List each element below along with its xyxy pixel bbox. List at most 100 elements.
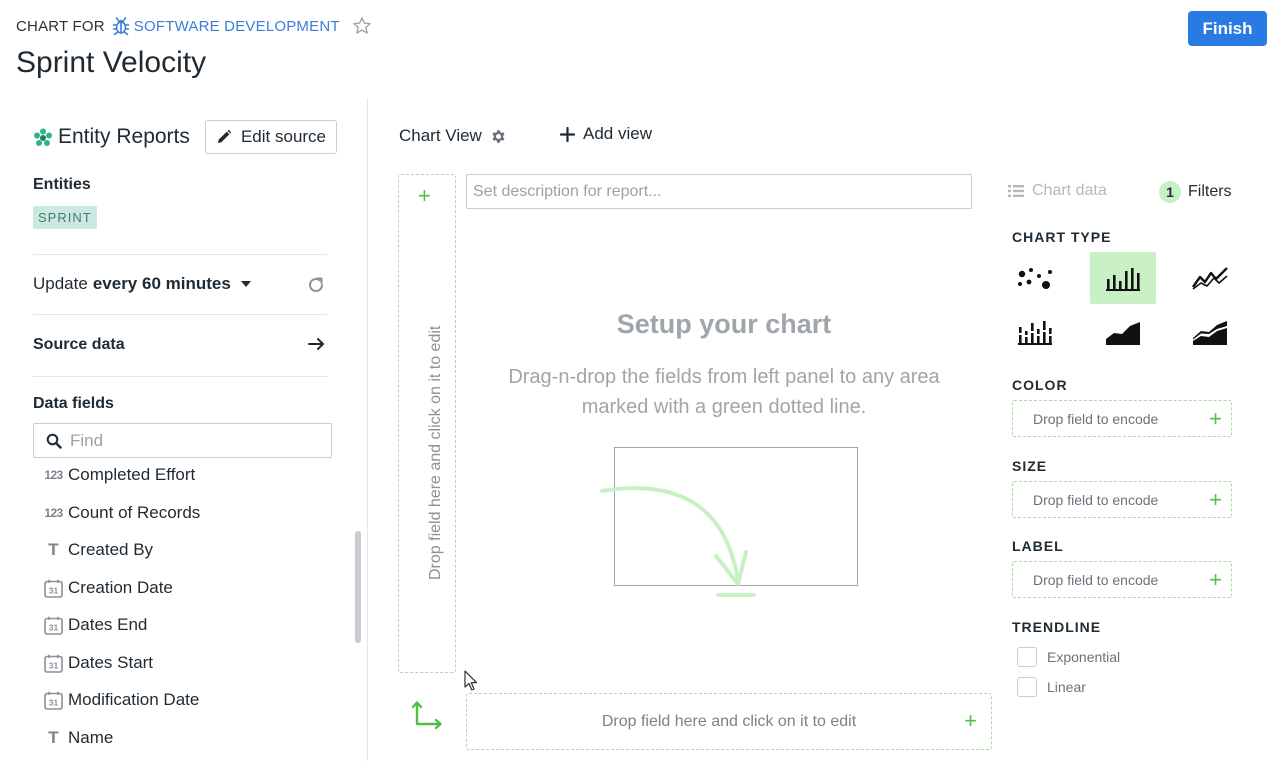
field-item[interactable]: 123 Count of Records xyxy=(43,501,200,525)
plus-icon[interactable]: + xyxy=(1209,487,1222,513)
setup-instructions: Drag-n-drop the fields from left panel t… xyxy=(508,366,940,418)
field-label: Completed Effort xyxy=(68,465,196,484)
field-item[interactable]: 31 Creation Date xyxy=(43,576,173,600)
label-heading: LABEL xyxy=(1012,538,1064,554)
size-heading: SIZE xyxy=(1012,458,1048,474)
label-encode-drop-zone[interactable]: Drop field to encode + xyxy=(1012,561,1232,598)
y-axis-drop-zone[interactable]: + Drop field here and click on it to edi… xyxy=(398,174,456,673)
field-item[interactable]: T Name xyxy=(43,726,113,750)
field-item[interactable]: T Created By xyxy=(43,538,153,562)
checkbox-box[interactable] xyxy=(1017,647,1037,667)
update-prefix: Update xyxy=(33,274,88,293)
calendar-icon: 31 xyxy=(43,579,64,598)
trendline-exponential-checkbox[interactable]: Exponential xyxy=(1017,647,1120,667)
calendar-icon: 31 xyxy=(43,654,64,673)
edit-source-button[interactable]: Edit source xyxy=(205,120,337,154)
arrow-right-icon[interactable] xyxy=(307,335,327,353)
color-heading: COLOR xyxy=(1012,377,1068,393)
y-axis-drop-text: Drop field here and click on it to edit xyxy=(427,325,444,580)
swap-axes-icon[interactable] xyxy=(411,700,445,730)
field-search-input[interactable] xyxy=(70,430,310,451)
line-chart-icon xyxy=(1192,267,1228,290)
plus-icon xyxy=(560,126,575,142)
field-item[interactable]: 31 Dates Start xyxy=(43,651,153,675)
x-axis-drop-text: Drop field here and click on it to edit xyxy=(601,712,857,730)
chart-type-stacked-area[interactable] xyxy=(1177,306,1243,358)
entities-label: Entities xyxy=(33,176,91,193)
list-icon xyxy=(1008,185,1024,197)
checkbox-box[interactable] xyxy=(1017,677,1037,697)
entity-badge: SPRINT xyxy=(33,206,97,229)
area-chart-icon xyxy=(1106,322,1140,345)
svg-text:31: 31 xyxy=(49,622,59,632)
chart-type-scatter[interactable] xyxy=(1002,252,1068,304)
label-encode-text: Drop field to encode xyxy=(1033,571,1159,588)
number-icon: 123 xyxy=(44,468,63,482)
update-interval-dropdown[interactable]: Update every 60 minutes xyxy=(33,274,251,294)
field-label: Modification Date xyxy=(68,690,200,709)
field-item[interactable]: 31 Modification Date xyxy=(43,688,199,712)
setup-title: Setup your chart xyxy=(616,309,832,339)
bar-chart-icon xyxy=(1106,268,1140,291)
trendline-heading: TRENDLINE xyxy=(1012,619,1102,635)
x-axis-drop-zone[interactable]: Drop field here and click on it to edit … xyxy=(466,693,992,750)
stacked-bar-chart-icon xyxy=(1018,321,1052,345)
star-icon[interactable] xyxy=(352,16,372,36)
caret-down-icon xyxy=(240,281,251,287)
report-description-input[interactable] xyxy=(466,174,972,209)
plus-icon[interactable]: + xyxy=(1209,567,1222,593)
calendar-icon: 31 xyxy=(43,616,64,635)
chart-type-area[interactable] xyxy=(1090,306,1156,358)
drag-drop-illustration xyxy=(600,447,858,597)
filters-label: Filters xyxy=(1188,183,1232,200)
finish-button[interactable]: Finish xyxy=(1188,11,1267,46)
svg-text:31: 31 xyxy=(49,697,59,707)
field-label: Dates Start xyxy=(68,653,154,672)
update-value: every 60 minutes xyxy=(92,274,231,293)
add-view-label: Add view xyxy=(583,124,652,143)
text-type-icon: T xyxy=(48,540,59,559)
trendline-linear-label: Linear xyxy=(1047,679,1086,695)
number-icon: 123 xyxy=(44,506,63,520)
size-encode-drop-zone[interactable]: Drop field to encode + xyxy=(1012,481,1232,518)
add-view-button[interactable]: Add view xyxy=(560,124,652,144)
edit-source-label: Edit source xyxy=(240,127,327,146)
field-label: Dates End xyxy=(68,615,148,634)
breadcrumb: CHART FOR SOFTWARE DEVELOPMENT xyxy=(16,16,372,36)
pencil-icon xyxy=(217,129,232,143)
chart-type-stacked-bar[interactable] xyxy=(1002,306,1068,358)
field-item[interactable]: 123 Completed Effort xyxy=(43,463,195,487)
bug-icon xyxy=(112,17,130,36)
scatter-chart-icon xyxy=(1018,268,1052,289)
field-label: Name xyxy=(68,728,114,747)
chart-data-label: Chart data xyxy=(1032,182,1107,199)
project-link[interactable]: SOFTWARE DEVELOPMENT xyxy=(134,18,340,35)
text-type-icon: T xyxy=(48,728,59,747)
plus-icon[interactable]: + xyxy=(1209,406,1222,432)
source-name: Entity Reports xyxy=(58,125,190,148)
tab-chart-data[interactable]: Chart data xyxy=(1008,182,1107,200)
refresh-icon[interactable] xyxy=(306,275,326,295)
tab-chart-view[interactable]: Chart View xyxy=(399,126,507,146)
svg-text:31: 31 xyxy=(49,660,59,670)
color-encode-drop-zone[interactable]: Drop field to encode + xyxy=(1012,400,1232,437)
filters-count-badge: 1 xyxy=(1159,181,1181,203)
color-encode-text: Drop field to encode xyxy=(1033,410,1159,427)
trendline-linear-checkbox[interactable]: Linear xyxy=(1017,677,1086,697)
tab-filters[interactable]: 1 Filters xyxy=(1159,181,1232,203)
size-encode-text: Drop field to encode xyxy=(1033,491,1159,508)
plus-icon[interactable]: + xyxy=(418,183,431,209)
chart-type-bar[interactable] xyxy=(1090,252,1156,304)
gear-icon[interactable] xyxy=(490,128,507,145)
field-item[interactable]: 31 Dates End xyxy=(43,613,147,637)
divider xyxy=(33,376,327,377)
chart-type-line[interactable] xyxy=(1177,252,1243,304)
entity-reports-logo-icon xyxy=(34,128,52,146)
field-search[interactable] xyxy=(33,423,332,458)
mouse-cursor-icon xyxy=(464,670,478,691)
scrollbar-thumb[interactable] xyxy=(355,531,361,643)
field-label: Creation Date xyxy=(68,578,173,597)
source-data-link[interactable]: Source data xyxy=(33,336,125,354)
plus-icon[interactable]: + xyxy=(964,708,977,734)
svg-text:31: 31 xyxy=(49,585,59,595)
